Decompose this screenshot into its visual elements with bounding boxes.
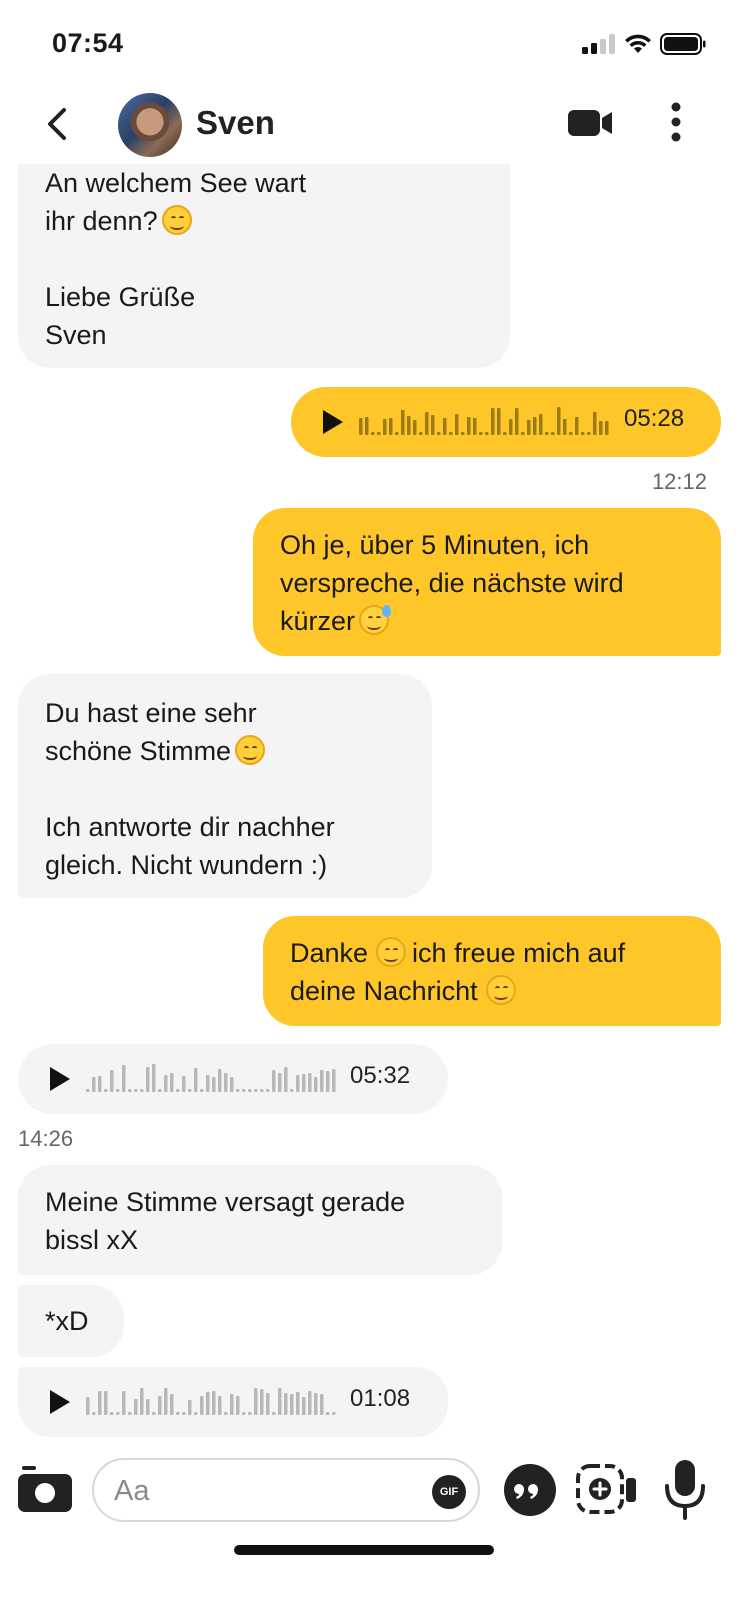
outgoing-voice-message[interactable]: 05:28	[291, 387, 721, 457]
message-line: Liebe Grüße	[45, 282, 196, 312]
outgoing-message[interactable]: Danke ich freue mich auf deine Nachricht	[263, 916, 721, 1026]
status-bar: 07:54	[0, 0, 739, 90]
message-line: ich freue mich auf	[412, 938, 626, 968]
blushing-face-emoji-icon	[376, 937, 407, 967]
smiling-face-emoji-icon	[161, 205, 192, 235]
battery-icon	[660, 33, 706, 55]
incoming-message[interactable]: Meine Stimme versagt gerade bissl xX	[18, 1165, 502, 1275]
outgoing-message[interactable]: Oh je, über 5 Minuten, ich verspreche, d…	[253, 508, 721, 656]
more-options-icon[interactable]	[668, 102, 684, 142]
timestamp: 12:12	[651, 469, 707, 494]
grinning-sweat-emoji-icon	[359, 605, 392, 635]
play-icon[interactable]	[50, 1067, 70, 1091]
status-time: 07:54	[52, 28, 124, 58]
waveform-icon	[86, 1388, 336, 1415]
timestamp: 14:26	[18, 1126, 74, 1151]
cellular-signal-icon	[582, 34, 616, 54]
message-line: An welchem See wart	[45, 168, 307, 198]
video-call-icon[interactable]	[568, 108, 614, 138]
message-line: kürzer	[280, 606, 356, 636]
contact-name[interactable]: Sven	[196, 104, 275, 142]
message-line: *xD	[45, 1306, 89, 1336]
add-media-icon[interactable]	[576, 1464, 640, 1516]
message-line: deine Nachricht	[290, 976, 478, 1006]
message-line: verspreche, die nächste wird	[280, 568, 624, 598]
message-list[interactable]: An welchem See wart ihr denn? Liebe Grüß…	[0, 164, 739, 1452]
home-indicator[interactable]	[234, 1545, 494, 1555]
voice-duration: 05:32	[350, 1062, 411, 1089]
incoming-message[interactable]: *xD	[18, 1285, 124, 1357]
microphone-icon[interactable]	[664, 1460, 706, 1520]
incoming-voice-message[interactable]: 05:32	[18, 1044, 448, 1114]
wifi-icon	[625, 34, 651, 53]
message-composer: GIF	[0, 1452, 739, 1552]
message-input-field[interactable]: GIF	[92, 1458, 480, 1522]
incoming-message[interactable]: An welchem See wart ihr denn? Liebe Grüß…	[18, 164, 510, 368]
incoming-voice-message[interactable]: 01:08	[18, 1367, 448, 1437]
message-line: bissl xX	[45, 1225, 139, 1255]
quote-icon[interactable]	[504, 1464, 556, 1516]
waveform-icon	[86, 1064, 336, 1092]
voice-duration: 01:08	[350, 1385, 411, 1412]
play-icon[interactable]	[323, 410, 343, 434]
avatar[interactable]	[118, 93, 182, 157]
message-line: Oh je, über 5 Minuten, ich	[280, 530, 590, 560]
play-icon[interactable]	[50, 1390, 70, 1414]
message-line: ihr denn?	[45, 206, 158, 236]
chat-header: Sven	[0, 90, 739, 164]
message-line: schöne Stimme	[45, 736, 232, 766]
message-line: Meine Stimme versagt gerade	[45, 1187, 406, 1217]
smiling-face-emoji-icon	[485, 975, 516, 1005]
camera-icon[interactable]	[18, 1466, 74, 1514]
waveform-icon	[359, 407, 609, 435]
message-line: Ich antworte dir nachher	[45, 812, 335, 842]
voice-duration: 05:28	[624, 405, 685, 432]
message-line: Danke	[290, 938, 369, 968]
message-line: Sven	[45, 320, 107, 350]
message-line: gleich. Nicht wundern :)	[45, 850, 328, 880]
message-input[interactable]	[114, 1470, 414, 1512]
back-arrow-icon[interactable]	[36, 102, 80, 146]
incoming-message[interactable]: Du hast eine sehr schöne Stimme Ich antw…	[18, 674, 432, 898]
gif-button[interactable]: GIF	[432, 1475, 466, 1509]
message-line: Du hast eine sehr	[45, 698, 257, 728]
smiling-face-emoji-icon	[235, 735, 266, 765]
